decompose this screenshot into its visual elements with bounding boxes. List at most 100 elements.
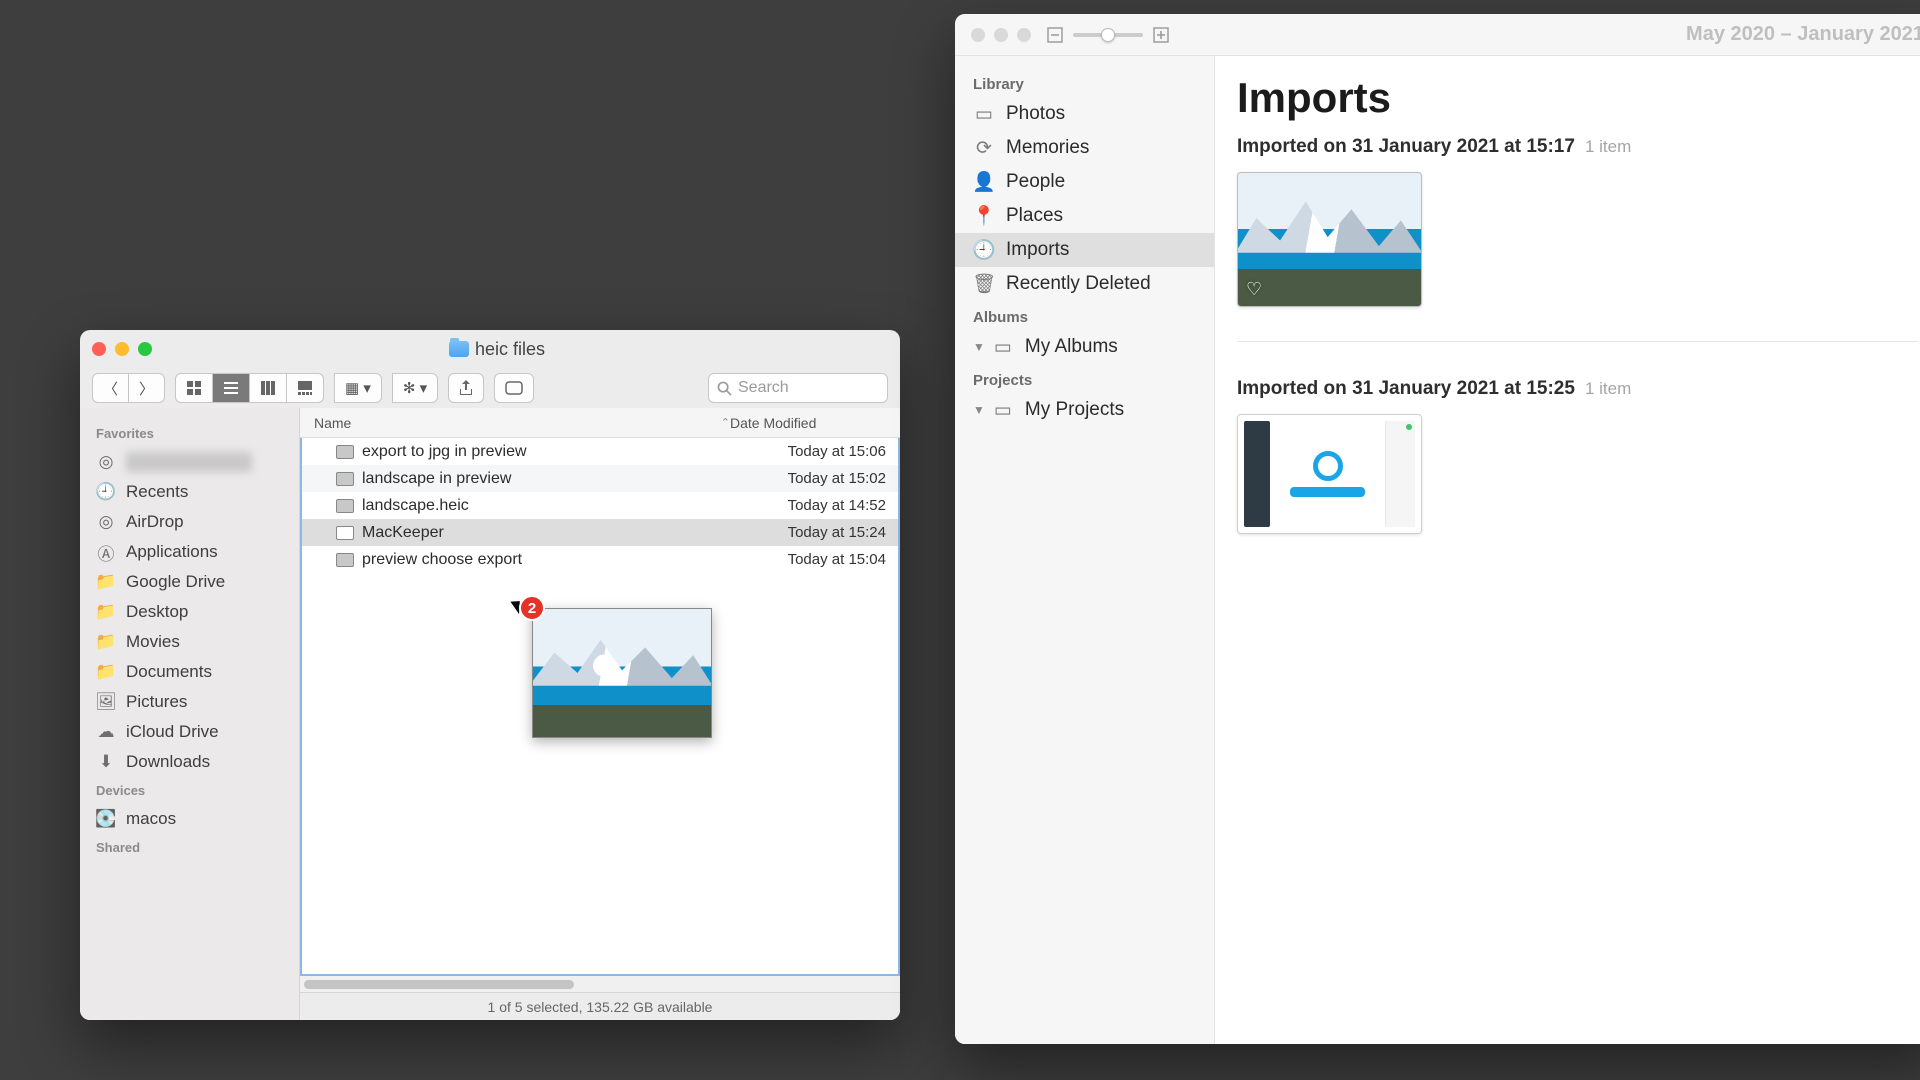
search-icon	[717, 381, 732, 396]
finder-file-list: Name ⌃ Date Modified export to jpg in pr…	[300, 408, 900, 1020]
forward-button[interactable]: 〉	[129, 373, 165, 403]
file-date: Today at 15:24	[728, 524, 898, 541]
group-by-button[interactable]: ▦ ▾	[334, 373, 382, 403]
import-group: Imported on 31 January 2021 at 15:251 it…	[1237, 378, 1918, 568]
disk-icon: 💽	[96, 809, 116, 829]
close-icon[interactable]	[971, 28, 985, 42]
zoom-in-icon[interactable]	[1153, 27, 1169, 43]
sidebar-item-macos[interactable]: 💽macos	[80, 804, 299, 834]
search-placeholder: Search	[738, 379, 789, 397]
share-button[interactable]	[448, 373, 484, 403]
people-icon: 👤	[973, 171, 995, 193]
sidebar-item-downloads[interactable]: ⬇Downloads	[80, 747, 299, 777]
folder-icon: 📁	[96, 602, 116, 622]
file-thumbnail-icon	[336, 526, 354, 540]
sidebar-item-label: redacted	[126, 452, 252, 472]
sidebar-item-memories[interactable]: ⟳Memories	[955, 131, 1214, 165]
close-icon[interactable]	[92, 342, 106, 356]
album-icon: ▭	[992, 399, 1014, 421]
action-group: ✻ ▾	[392, 373, 438, 403]
icon-view-button[interactable]	[175, 373, 213, 403]
horizontal-scrollbar[interactable]	[300, 976, 900, 992]
file-thumbnail-icon	[336, 553, 354, 567]
drag-preview-thumbnail: 2	[532, 608, 712, 738]
photos-main: Imports Imported on 31 January 2021 at 1…	[1215, 56, 1920, 1044]
file-name: MacKeeper	[362, 524, 444, 542]
zoom-icon[interactable]	[1017, 28, 1031, 42]
back-button[interactable]: 〈	[92, 373, 129, 403]
file-row[interactable]: MacKeeper Today at 15:24	[302, 519, 898, 546]
sidebar-item-label: Imports	[1006, 239, 1069, 261]
photos-zoom-controls	[1047, 27, 1169, 43]
sidebar-item-applications[interactable]: ⒶApplications	[80, 537, 299, 567]
action-menu-button[interactable]: ✻ ▾	[392, 373, 438, 403]
photo-thumbnail[interactable]	[1237, 414, 1422, 534]
sidebar-item-recents[interactable]: 🕘Recents	[80, 477, 299, 507]
folder-icon	[449, 341, 469, 357]
file-thumbnail-icon	[336, 472, 354, 486]
sidebar-item-movies[interactable]: 📁Movies	[80, 627, 299, 657]
nav-buttons: 〈 〉	[92, 373, 165, 403]
sidebar-item-label: Downloads	[126, 752, 210, 772]
sidebar-item-documents[interactable]: 📁Documents	[80, 657, 299, 687]
sidebar-item-pictures[interactable]: 🖼Pictures	[80, 687, 299, 717]
file-row[interactable]: export to jpg in previewToday at 15:06	[302, 438, 898, 465]
file-date: Today at 15:04	[728, 551, 898, 568]
file-row[interactable]: preview choose exportToday at 15:04	[302, 546, 898, 573]
gallery-view-button[interactable]	[287, 373, 324, 403]
file-name: export to jpg in preview	[362, 443, 527, 461]
disclosure-icon[interactable]: ▼	[973, 403, 985, 417]
sidebar-item-label: Recently Deleted	[1006, 273, 1151, 295]
file-date: Today at 15:02	[728, 470, 898, 487]
column-date[interactable]: Date Modified	[730, 415, 900, 431]
sidebar-item-places[interactable]: 📍Places	[955, 199, 1214, 233]
file-name: landscape in preview	[362, 470, 511, 488]
finder-sidebar: Favorites◎redacted🕘Recents◎AirDropⒶAppli…	[80, 408, 300, 1020]
finder-titlebar[interactable]: heic files	[80, 330, 900, 368]
sidebar-item-recently-deleted[interactable]: 🗑Recently Deleted	[955, 267, 1214, 301]
sidebar-item-desktop[interactable]: 📁 Desktop	[80, 597, 299, 627]
sidebar-item-redacted[interactable]: ◎redacted	[80, 447, 299, 477]
list-view-button[interactable]	[213, 373, 250, 403]
file-rows[interactable]: export to jpg in previewToday at 15:06la…	[300, 438, 900, 976]
sidebar-item-imports[interactable]: 🕘Imports	[955, 233, 1214, 267]
airdrop-icon: ◎	[96, 512, 116, 532]
photos-sidebar: Library▭Photos⟳Memories👤People📍Places🕘Im…	[955, 56, 1215, 1044]
photos-window: May 2020 – January 2021 Library▭Photos⟳M…	[955, 14, 1920, 1044]
photos-traffic-lights	[971, 28, 1031, 42]
zoom-out-icon[interactable]	[1047, 27, 1063, 43]
list-header: Name ⌃ Date Modified	[300, 408, 900, 438]
sidebar-item-airdrop[interactable]: ◎AirDrop	[80, 507, 299, 537]
sidebar-item-label: Movies	[126, 632, 180, 652]
sidebar-item-label: Documents	[126, 662, 212, 682]
sidebar-item-people[interactable]: 👤People	[955, 165, 1214, 199]
sidebar-item-my-albums[interactable]: ▼▭My Albums	[955, 330, 1214, 364]
arrange-group: ▦ ▾	[334, 373, 382, 403]
photos-titlebar[interactable]: May 2020 – January 2021	[955, 14, 1920, 56]
favorite-icon[interactable]: ♡	[1246, 279, 1262, 300]
sidebar-section-header: Devices	[80, 777, 299, 804]
disclosure-icon[interactable]: ▼	[973, 340, 985, 354]
zoom-icon[interactable]	[138, 342, 152, 356]
sidebar-item-my-projects[interactable]: ▼▭My Projects	[955, 393, 1214, 427]
sidebar-item-label: Desktop	[126, 602, 188, 622]
sidebar-item-label: Pictures	[126, 692, 187, 712]
import-group-header: Imported on 31 January 2021 at 15:171 it…	[1237, 136, 1918, 158]
sort-ascending-icon: ⌃	[721, 416, 730, 429]
file-row[interactable]: landscape in preview Today at 15:02	[302, 465, 898, 492]
column-name[interactable]: Name ⌃	[300, 415, 730, 431]
zoom-slider[interactable]	[1073, 33, 1143, 37]
tags-button[interactable]	[494, 373, 534, 403]
column-view-button[interactable]	[250, 373, 287, 403]
search-field[interactable]: Search	[708, 373, 888, 403]
minimize-icon[interactable]	[115, 342, 129, 356]
item-count: 1 item	[1585, 379, 1631, 399]
sidebar-item-icloud-drive[interactable]: ☁iCloud Drive	[80, 717, 299, 747]
minimize-icon[interactable]	[994, 28, 1008, 42]
file-row[interactable]: landscape.heicToday at 14:52	[302, 492, 898, 519]
album-icon: ▭	[992, 336, 1014, 358]
sidebar-item-photos[interactable]: ▭Photos	[955, 97, 1214, 131]
cloud-icon: ☁	[96, 722, 116, 742]
sidebar-item-google-drive[interactable]: 📁Google Drive	[80, 567, 299, 597]
photo-thumbnail[interactable]: ♡	[1237, 172, 1422, 307]
